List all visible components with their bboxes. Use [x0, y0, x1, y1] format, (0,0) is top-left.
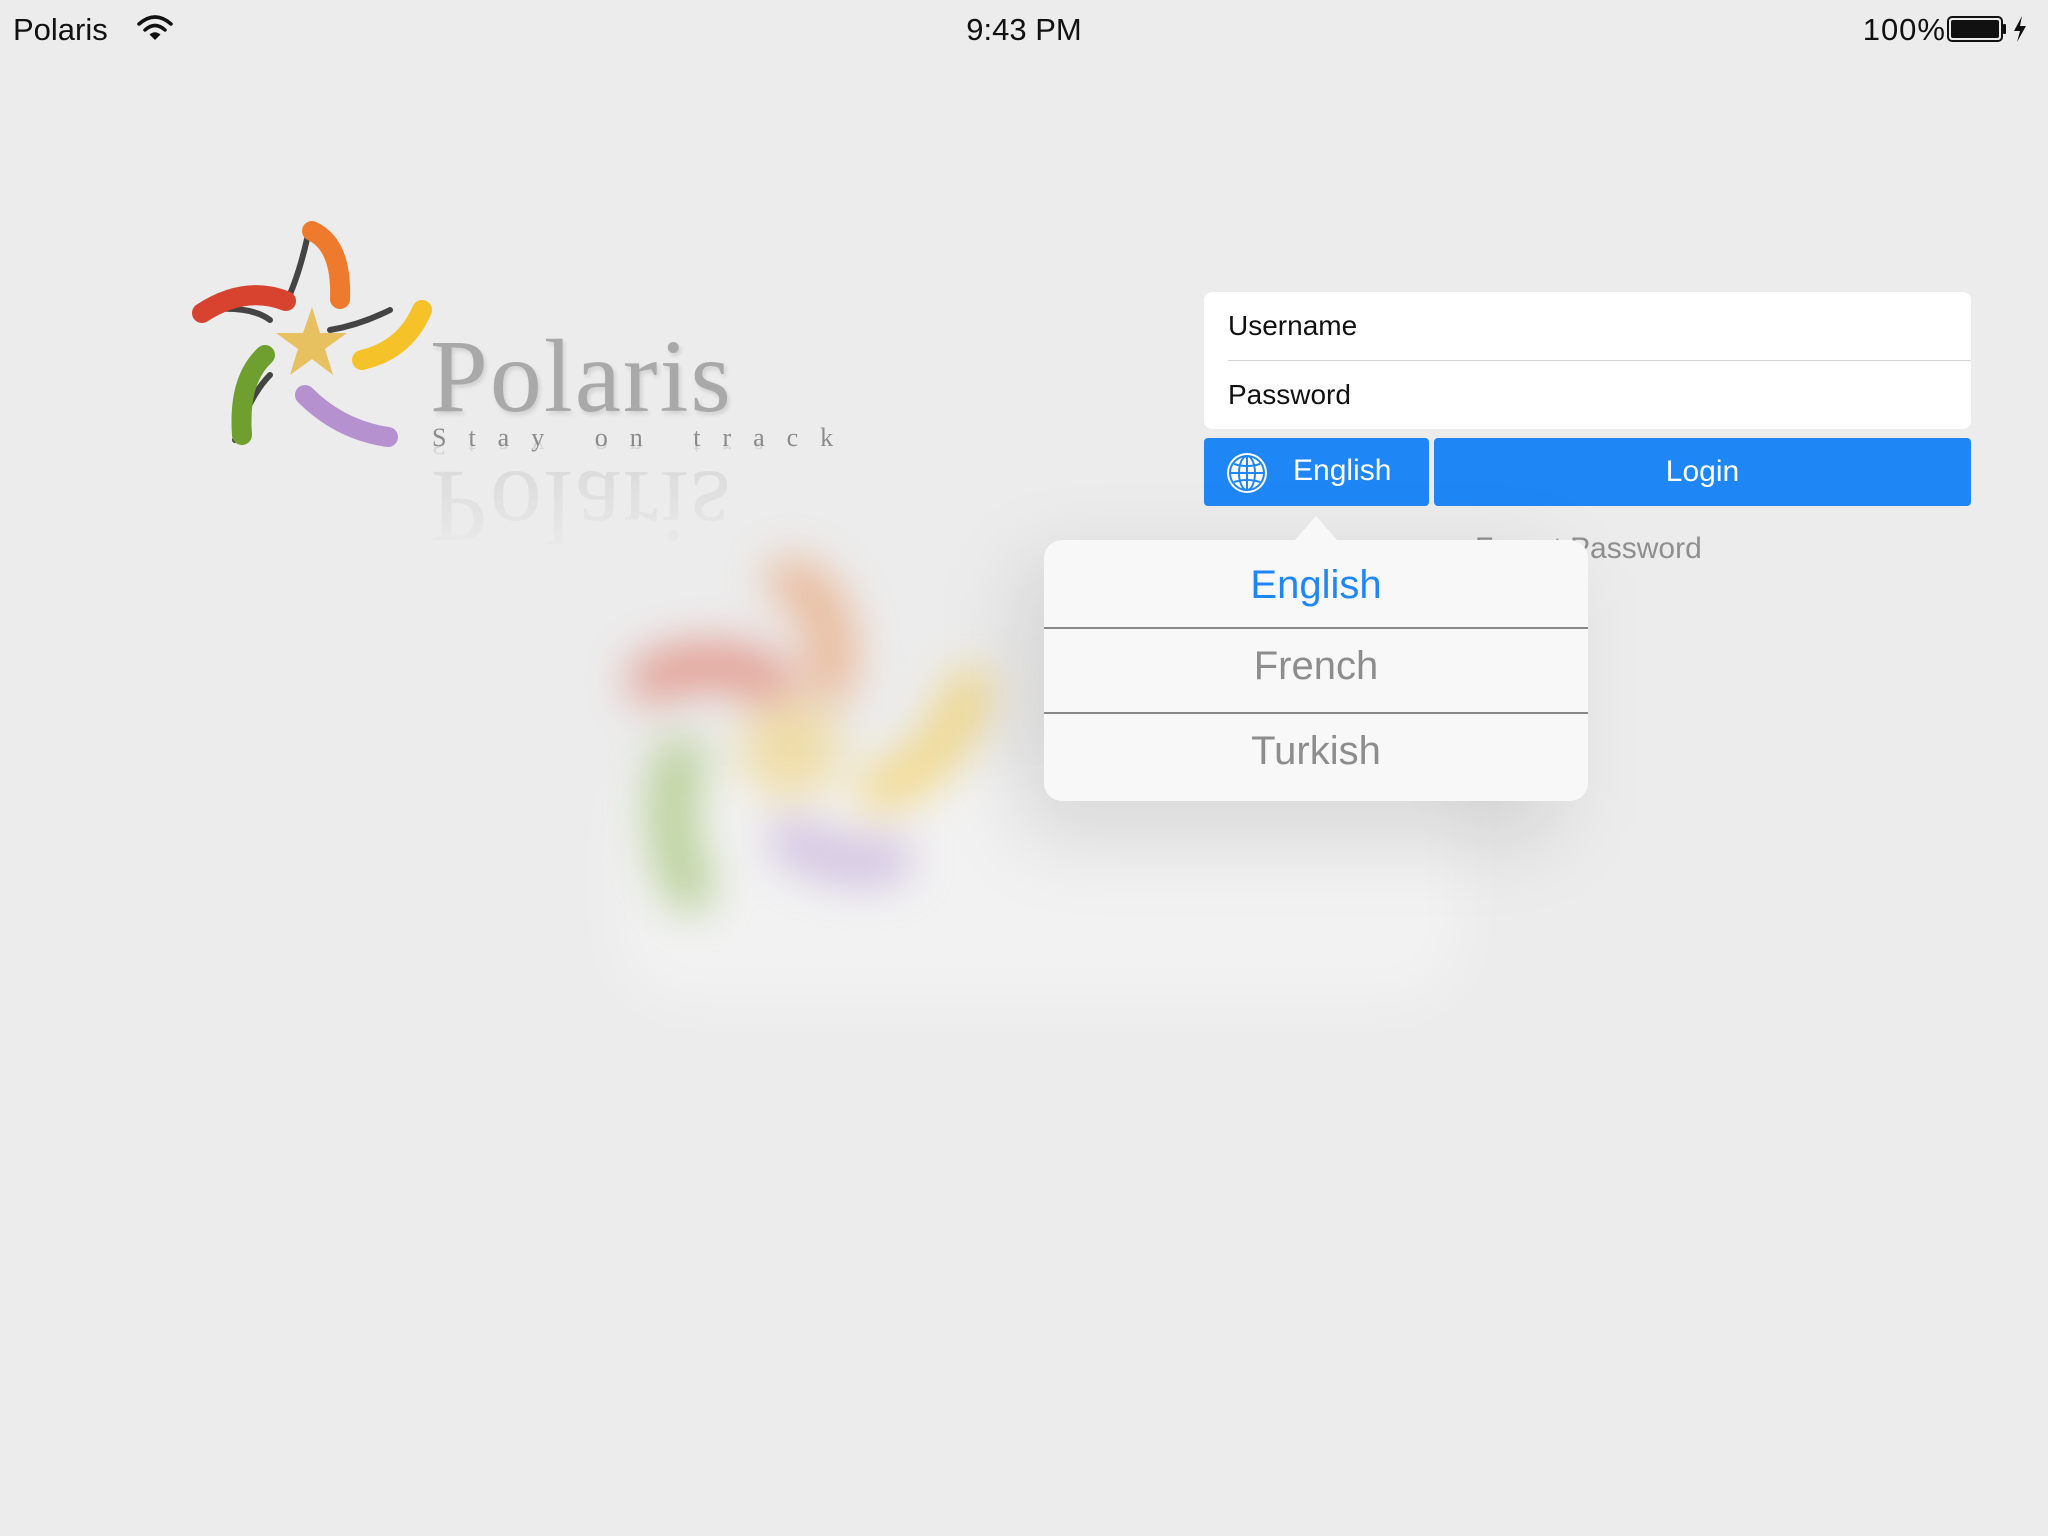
login-form-card — [1204, 292, 1971, 429]
language-option-turkish[interactable]: Turkish — [1044, 729, 1588, 774]
logo-reflection-tagline: Stay on track — [432, 440, 770, 460]
status-bar: Polaris 9:43 PM 100% — [0, 0, 2048, 60]
polaris-star-logo — [192, 221, 432, 447]
battery-percent: 100% — [1862, 12, 1946, 47]
charging-icon — [2014, 16, 2026, 42]
popover-arrow — [1294, 516, 1338, 541]
language-option-french[interactable]: French — [1044, 644, 1588, 689]
background-star-decoration — [628, 558, 992, 912]
language-button[interactable]: English — [1204, 438, 1429, 506]
username-field[interactable] — [1204, 292, 1971, 360]
password-field[interactable] — [1204, 361, 1971, 429]
logo-reflection: Polaris Stay on track — [190, 440, 770, 560]
logo-reflection-wordmark: Polaris — [430, 449, 733, 560]
login-button[interactable]: Login — [1434, 438, 1971, 506]
popover-divider — [1044, 627, 1588, 629]
language-option-english[interactable]: English — [1044, 563, 1588, 608]
polaris-logo: Polaris Stay on track Polaris Stay on tr… — [190, 215, 833, 565]
globe-icon — [1227, 453, 1267, 493]
language-button-label: English — [1293, 454, 1392, 487]
battery-icon — [1947, 16, 2006, 42]
login-screen: Polaris 9:43 PM 100% Polaris Stay on tra… — [0, 0, 2048, 1536]
status-time: 9:43 PM — [966, 12, 1082, 47]
popover-divider — [1044, 712, 1588, 714]
language-popover: English French Turkish — [1044, 540, 1588, 801]
logo-wordmark: Polaris — [430, 319, 733, 434]
